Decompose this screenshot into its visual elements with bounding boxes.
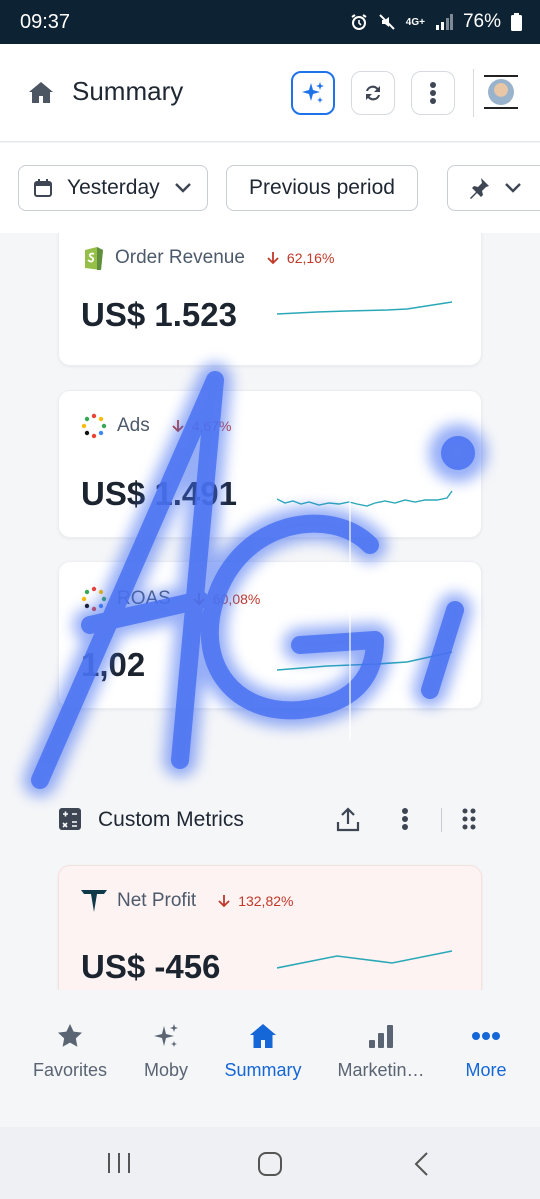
- ai-assistant-button[interactable]: [291, 71, 335, 115]
- page-title: Summary: [72, 76, 184, 106]
- bottom-navigation: Favorites Moby Summary Marketin… More: [0, 990, 540, 1127]
- roas-icon: [81, 586, 107, 612]
- alarm-icon: [351, 14, 367, 30]
- more-options-button[interactable]: [411, 71, 455, 115]
- net-profit-logo-icon: [81, 890, 107, 912]
- nav-marketing[interactable]: Marketin…: [326, 1020, 436, 1081]
- status-time: 09:37: [20, 11, 71, 33]
- pin-icon: [470, 178, 489, 199]
- refresh-button[interactable]: [351, 71, 395, 115]
- comparison-period-button[interactable]: Previous period: [226, 165, 418, 211]
- sparkline: [277, 651, 453, 671]
- app-header: Summary: [0, 44, 540, 142]
- sparkle-icon: [302, 82, 324, 103]
- comparison-period-label: Previous period: [249, 176, 395, 199]
- shopify-icon: [85, 247, 103, 270]
- recent-apps-icon[interactable]: [106, 1151, 132, 1175]
- user-photo: [488, 79, 514, 105]
- sparkline: [277, 950, 453, 969]
- metric-delta: 62,16%: [286, 250, 335, 266]
- metric-card-order-revenue[interactable]: Order Revenue 62,16% US$ 1.523: [58, 233, 482, 366]
- metric-delta: 4,67%: [191, 418, 232, 434]
- chevron-down-icon: [505, 183, 521, 193]
- refresh-icon: [366, 85, 380, 101]
- arrow-down-icon: [267, 252, 279, 265]
- header-divider: [473, 69, 474, 117]
- bar-chart-icon: [369, 1025, 393, 1048]
- dashboard-scroll-area[interactable]: Order Revenue 62,16% US$ 1.523 Ads 4,67%…: [0, 233, 540, 990]
- arrow-down-icon: [218, 895, 230, 908]
- calendar-icon: [34, 179, 52, 197]
- nav-label: Marketin…: [337, 1060, 425, 1080]
- star-icon: [58, 1024, 82, 1047]
- share-upload-icon[interactable]: [336, 807, 360, 833]
- chevron-down-icon: [174, 183, 191, 193]
- section-divider: [441, 808, 442, 832]
- battery-level: 76%: [462, 11, 501, 32]
- date-range-label: Yesterday: [67, 176, 160, 199]
- nav-label: Summary: [224, 1060, 302, 1080]
- mute-icon: [379, 14, 395, 30]
- network-type: 4G+: [405, 16, 425, 28]
- drag-handle-icon[interactable]: [461, 807, 477, 831]
- nav-summary[interactable]: Summary: [208, 1020, 318, 1081]
- section-title: Custom Metrics: [98, 808, 244, 831]
- battery-icon: [511, 13, 522, 31]
- home-icon[interactable]: [28, 80, 54, 109]
- sparkle-icon: [154, 1024, 178, 1047]
- metric-card-net-profit[interactable]: Net Profit 132,82% US$ -456: [58, 865, 482, 990]
- back-icon[interactable]: [413, 1151, 429, 1177]
- metric-name: ROAS: [117, 588, 171, 609]
- home-icon: [250, 1024, 276, 1048]
- metric-name: Order Revenue: [115, 247, 245, 268]
- metric-card-ads[interactable]: Ads 4,67% US$ 1.491: [58, 390, 482, 538]
- nav-label: Favorites: [32, 1060, 108, 1080]
- system-navigation-bar: [0, 1127, 540, 1199]
- status-bar: 09:37 4G+ 76%: [0, 0, 540, 44]
- kebab-menu-icon[interactable]: [401, 807, 409, 831]
- metric-name: Net Profit: [117, 890, 197, 911]
- metric-value: US$ 1.491: [81, 475, 237, 512]
- metric-delta: 132,82%: [238, 893, 294, 909]
- nav-label: More: [465, 1060, 507, 1080]
- metric-value: US$ -456: [81, 948, 221, 985]
- nav-moby[interactable]: Moby: [111, 1020, 221, 1081]
- metric-delta: 60,08%: [212, 591, 261, 607]
- arrow-down-icon: [172, 420, 184, 433]
- signal-icon: [435, 14, 453, 30]
- metric-value: 1,02: [81, 646, 146, 683]
- nav-favorites[interactable]: Favorites: [15, 1020, 125, 1081]
- date-range-dropdown[interactable]: Yesterday: [18, 165, 208, 211]
- metric-value: US$ 1.523: [81, 296, 237, 333]
- kebab-menu-icon: [430, 82, 436, 104]
- nav-label: Moby: [143, 1060, 188, 1080]
- nav-more[interactable]: More: [431, 1020, 540, 1081]
- arrow-down-icon: [193, 593, 205, 606]
- sparkline: [277, 301, 453, 315]
- pin-dropdown[interactable]: [447, 165, 540, 211]
- sparkline: [277, 490, 453, 507]
- filter-bar: Yesterday Previous period: [0, 143, 540, 233]
- calculator-icon: [59, 808, 81, 830]
- metric-card-roas[interactable]: ROAS 60,08% 1,02: [58, 561, 482, 709]
- more-dots-icon: [472, 1032, 500, 1040]
- avatar[interactable]: [484, 75, 518, 109]
- ads-platform-icon: [81, 413, 107, 439]
- custom-metrics-header: Custom Metrics: [58, 795, 488, 845]
- home-button-icon[interactable]: [257, 1151, 283, 1177]
- metric-name: Ads: [117, 415, 150, 436]
